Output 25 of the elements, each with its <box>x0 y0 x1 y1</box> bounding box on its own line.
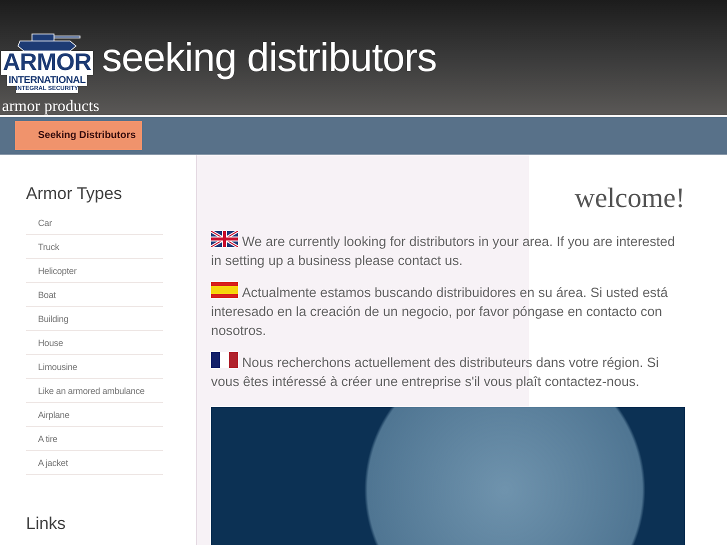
intro-paragraph: We are currently looking for distributors in your area. If you are interested in setting up a business please contact us. <box>211 231 685 270</box>
sidebar-link[interactable]: A jacket <box>26 451 163 475</box>
welcome-heading: welcome! <box>574 185 685 213</box>
intro-paragraph: Nous recherchons actuellement des distributeurs dans votre région. Si vous êtes intéressé à créer une entreprise s'il vous plaît contactez-nous. <box>211 352 685 391</box>
intro-paragraph: Actualmente estamos buscando distribuidores en su área. Si usted está interesado en la creación de un negocio, por favor póngase en contacto con nosotros. <box>211 282 685 340</box>
sidebar-link[interactable]: Limousine <box>26 355 163 379</box>
sidebar-link[interactable]: Building <box>26 307 163 331</box>
site-tagline: armor products <box>1 97 100 115</box>
logo-text: INTERNATIONAL <box>7 75 87 86</box>
nav-tab[interactable]: Seeking Distributors <box>15 121 142 150</box>
sidebar-link[interactable]: Helicopter <box>26 259 163 283</box>
sidebar-link[interactable]: House <box>26 331 163 355</box>
france-flag-icon <box>211 352 238 368</box>
sidebar-link[interactable]: Boat <box>26 283 163 307</box>
page-title: seeking distributors <box>102 38 437 78</box>
sidebar-heading: Armor Types <box>26 185 124 202</box>
uk-flag-icon <box>211 231 238 247</box>
logo-text: ARMOR <box>0 51 94 75</box>
sidebar-heading: Links <box>26 515 67 532</box>
sidebar-link[interactable]: Truck <box>26 235 163 259</box>
sidebar-link[interactable]: A tire <box>26 427 163 451</box>
sidebar-link[interactable]: Car <box>26 211 163 235</box>
spain-flag-icon <box>211 282 238 298</box>
sidebar-link[interactable]: Airplane <box>26 403 163 427</box>
sidebar-link[interactable]: Like an armored ambulance <box>26 379 163 403</box>
